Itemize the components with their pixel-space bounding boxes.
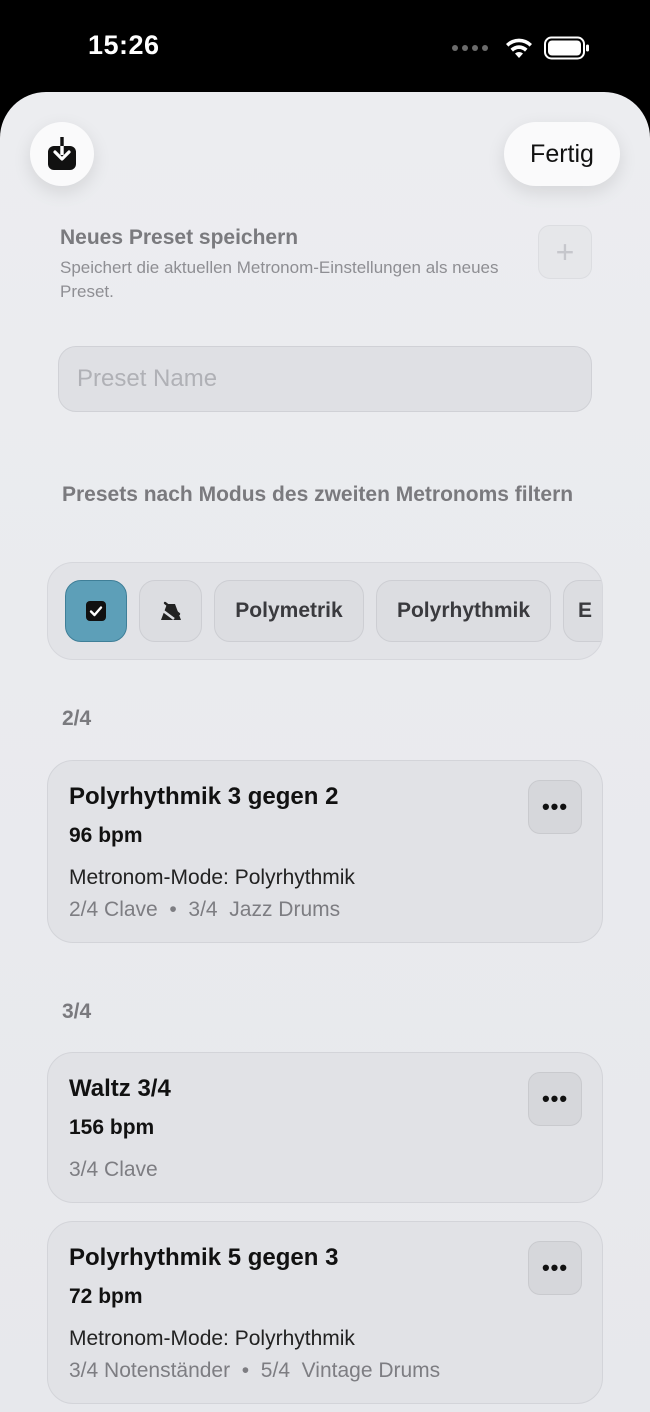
- preset-tracks: 2/4 Clave • 3/4 Jazz Drums: [69, 898, 341, 921]
- import-button[interactable]: [30, 122, 94, 186]
- tray-download-icon: [48, 137, 76, 170]
- preset-card[interactable]: Waltz 3/4 156 bpm 3/4 Clave •••: [47, 1052, 603, 1203]
- more-options-button[interactable]: •••: [528, 780, 582, 834]
- battery-icon: [544, 36, 589, 60]
- preset-bpm: 72 bpm: [69, 1285, 143, 1308]
- filter-chip-all[interactable]: [65, 580, 127, 642]
- metronome-icon: [160, 601, 181, 621]
- cellular-signal-icon: [452, 45, 488, 51]
- preset-bpm: 156 bpm: [69, 1116, 155, 1139]
- wifi-icon: [506, 38, 532, 58]
- filter-chip-metronome[interactable]: [139, 580, 202, 642]
- more-options-button[interactable]: •••: [528, 1241, 582, 1295]
- preset-mode: Metronom-Mode: Polyrhythmik: [69, 866, 355, 889]
- done-button[interactable]: Fertig: [504, 122, 620, 186]
- preset-tracks: 3/4 Clave: [69, 1158, 158, 1181]
- save-preset-description: Speichert die aktuellen Metronom-Einstel…: [60, 258, 499, 301]
- filter-chip-polymetrik[interactable]: Polymetrik: [214, 580, 364, 642]
- preset-bpm: 96 bpm: [69, 824, 143, 847]
- filter-chip-partial[interactable]: E: [563, 580, 602, 642]
- status-icons: [452, 36, 590, 60]
- section-header-3-4: 3/4: [62, 1000, 92, 1023]
- presets-sheet: Fertig Neues Preset speichern Speichert …: [0, 92, 650, 1412]
- mode-filter-bar[interactable]: Polymetrik Polyrhythmik E: [47, 562, 603, 660]
- status-time: 15:26: [88, 30, 160, 60]
- filter-title: Presets nach Modus des zweiten Metronoms…: [62, 483, 574, 506]
- preset-name: Polyrhythmik 3 gegen 2: [69, 783, 339, 810]
- save-preset-title: Neues Preset speichern: [60, 226, 299, 249]
- checkbox-checked-icon: [86, 601, 106, 621]
- preset-name-input[interactable]: [58, 346, 592, 412]
- section-header-2-4: 2/4: [62, 707, 92, 730]
- preset-card[interactable]: Polyrhythmik 5 gegen 3 72 bpm Metronom-M…: [47, 1221, 603, 1404]
- preset-name: Polyrhythmik 5 gegen 3: [69, 1244, 339, 1271]
- preset-tracks: 3/4 Notenständer • 5/4 Vintage Drums: [69, 1359, 441, 1382]
- filter-chip-polyrhythmik[interactable]: Polyrhythmik: [376, 580, 551, 642]
- preset-mode: Metronom-Mode: Polyrhythmik: [69, 1327, 355, 1350]
- preset-name: Waltz 3/4: [69, 1075, 171, 1102]
- preset-card[interactable]: Polyrhythmik 3 gegen 2 96 bpm Metronom-M…: [47, 760, 603, 943]
- status-bar: 15:26: [0, 0, 650, 92]
- add-preset-button[interactable]: +: [538, 225, 592, 279]
- more-options-button[interactable]: •••: [528, 1072, 582, 1126]
